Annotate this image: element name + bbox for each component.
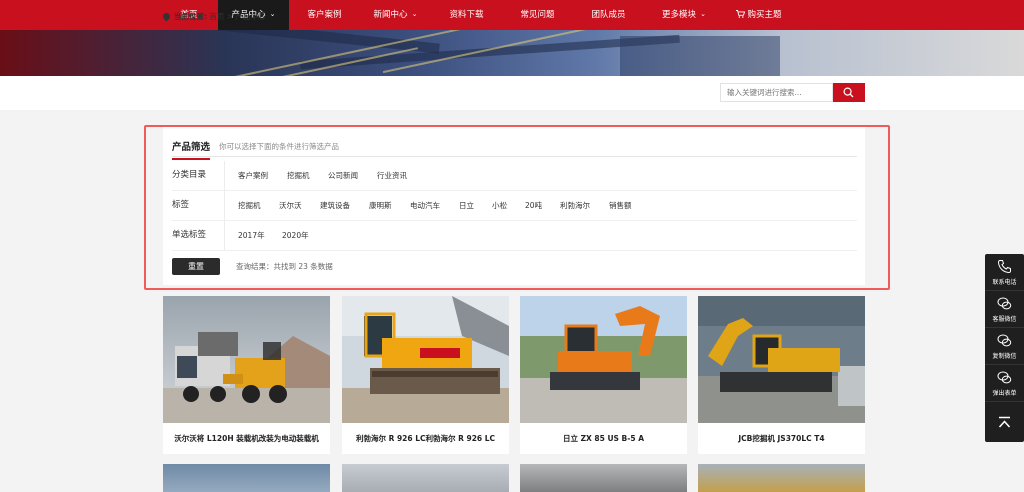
chevron-down-icon: ⌄ xyxy=(700,10,706,18)
product-card[interactable] xyxy=(520,464,687,492)
product-card[interactable] xyxy=(163,464,330,492)
contact-phone-button[interactable]: 联系电话 xyxy=(985,254,1024,291)
product-card[interactable]: 日立 ZX 85 US B-5 A xyxy=(520,296,687,454)
search-icon xyxy=(843,87,854,98)
filter-highlight-outline xyxy=(144,125,890,290)
product-card[interactable] xyxy=(342,464,509,492)
nav-label: 团队成员 xyxy=(591,10,626,20)
nav-label: 常见问题 xyxy=(520,10,555,20)
wechat-icon xyxy=(997,297,1012,310)
product-image xyxy=(342,296,509,423)
product-card[interactable]: JCB挖掘机 JS370LC T4 xyxy=(698,296,865,454)
product-card[interactable]: 沃尔沃将 L120H 装载机改装为电动装载机 xyxy=(163,296,330,454)
product-card[interactable] xyxy=(698,464,865,492)
popup-form-button[interactable]: 弹出表单 xyxy=(985,365,1024,402)
breadcrumb-prefix: 当前位置: xyxy=(174,12,207,21)
buy-theme-label: 购买主题 xyxy=(747,10,782,20)
search-input[interactable] xyxy=(720,83,833,102)
breadcrumb-bar xyxy=(0,76,1024,110)
side-item-label: 复制微信 xyxy=(992,353,1017,360)
side-item-label: 联系电话 xyxy=(992,279,1017,286)
chevron-down-icon: ⌄ xyxy=(269,10,276,18)
breadcrumb-path[interactable]: 首页 > 产品中心 xyxy=(209,12,265,21)
nav-item-faq[interactable]: 常见问题 xyxy=(502,0,573,30)
back-to-top-button[interactable] xyxy=(985,404,1024,442)
side-item-label: 客服微信 xyxy=(992,316,1017,323)
nav-item-more[interactable]: 更多模块 ⌄ xyxy=(644,0,724,30)
breadcrumb: 当前位置: 首页 > 产品中心 xyxy=(161,0,265,34)
product-title[interactable]: 沃尔沃将 L120H 装载机改装为电动装载机 xyxy=(163,423,330,454)
floating-contact-bar: 联系电话 客服微信 复制微信 弹出表单 xyxy=(985,254,1024,442)
product-image xyxy=(698,296,865,423)
nav-item-news[interactable]: 新闻中心 ⌄ xyxy=(360,0,431,30)
nav-label: 资料下载 xyxy=(449,10,484,20)
back-to-top-icon xyxy=(998,416,1011,428)
cart-icon xyxy=(736,10,746,18)
nav-item-cases[interactable]: 客户案例 xyxy=(289,0,360,30)
chevron-down-icon: ⌄ xyxy=(411,10,418,18)
product-title[interactable]: 利勃海尔 R 926 LC利勃海尔 R 926 LC xyxy=(342,423,509,454)
buy-theme-link[interactable]: 购买主题 xyxy=(724,0,794,30)
phone-icon xyxy=(997,260,1011,274)
location-pin-icon xyxy=(161,11,172,22)
page-banner xyxy=(0,30,1024,76)
side-item-label: 弹出表单 xyxy=(992,390,1017,397)
form-icon xyxy=(997,371,1012,384)
nav-label: 客户案例 xyxy=(307,10,342,20)
nav-item-team[interactable]: 团队成员 xyxy=(573,0,644,30)
nav-label: 更多模块 xyxy=(662,10,697,20)
top-navigation: 首页 产品中心 ⌄ 客户案例 新闻中心 ⌄ 资料下载 常见问题 团队成员 更多模块 ⌄… xyxy=(0,0,1024,30)
search-button[interactable] xyxy=(833,83,865,102)
product-image xyxy=(163,296,330,423)
wechat-service-button[interactable]: 客服微信 xyxy=(985,291,1024,328)
product-card[interactable]: 利勃海尔 R 926 LC利勃海尔 R 926 LC xyxy=(342,296,509,454)
product-title[interactable]: 日立 ZX 85 US B-5 A xyxy=(520,423,687,454)
product-title[interactable]: JCB挖掘机 JS370LC T4 xyxy=(698,423,865,454)
product-image xyxy=(520,296,687,423)
nav-item-downloads[interactable]: 资料下载 xyxy=(431,0,502,30)
wechat-copy-icon xyxy=(997,334,1012,347)
nav-label: 新闻中心 xyxy=(373,10,408,20)
copy-wechat-button[interactable]: 复制微信 xyxy=(985,328,1024,365)
